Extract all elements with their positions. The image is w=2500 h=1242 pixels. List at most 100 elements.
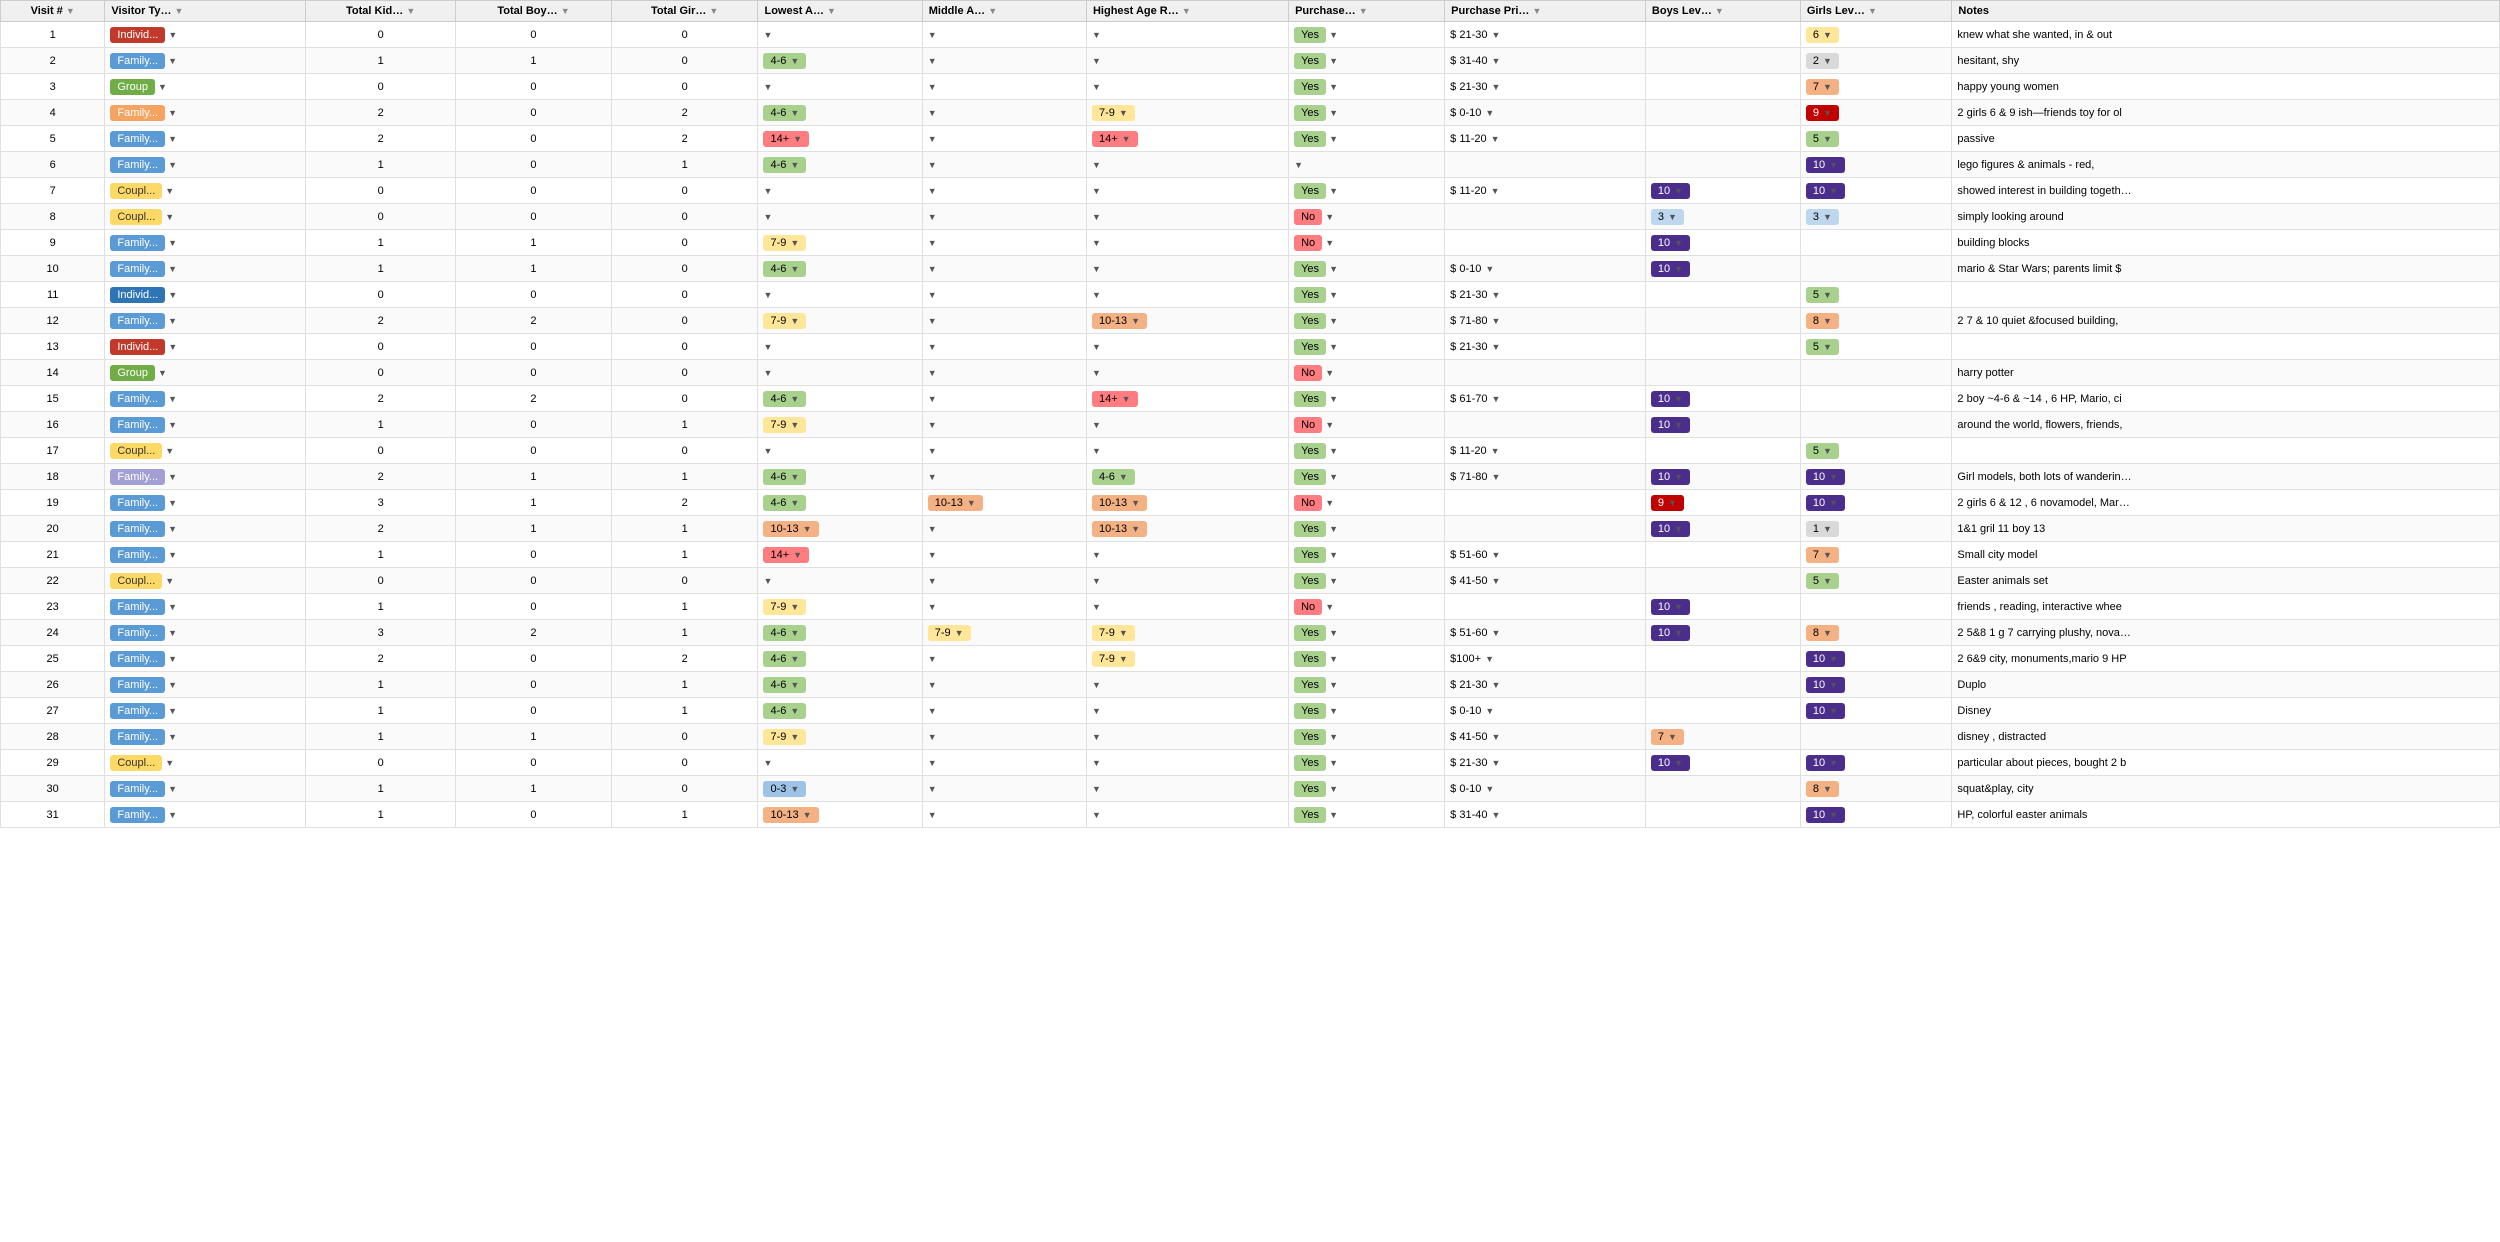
visitor-type[interactable]: Family... ▼ [105,542,306,568]
purchased[interactable]: Yes ▼ [1289,100,1445,126]
girls-level[interactable]: 10 ▼ [1800,152,1952,178]
middle-age[interactable]: ▼ [922,22,1086,48]
purchase-price[interactable]: $ 31-40 ▼ [1445,802,1646,828]
middle-age[interactable]: ▼ [922,256,1086,282]
boys-level[interactable] [1645,646,1800,672]
col-header-purchased[interactable]: Purchase… ▼ [1289,1,1445,22]
middle-age[interactable]: ▼ [922,334,1086,360]
girls-level[interactable]: 7 ▼ [1800,74,1952,100]
highest-age[interactable]: ▼ [1086,672,1288,698]
highest-age[interactable]: ▼ [1086,594,1288,620]
girls-level[interactable] [1800,386,1952,412]
purchase-price[interactable]: $ 21-30 ▼ [1445,74,1646,100]
lowest-age[interactable]: 4-6 ▼ [758,646,922,672]
visitor-type[interactable]: Coupl... ▼ [105,438,306,464]
visitor-type[interactable]: Family... ▼ [105,490,306,516]
visitor-type[interactable]: Family... ▼ [105,464,306,490]
middle-age[interactable]: ▼ [922,204,1086,230]
col-header-girls-level[interactable]: Girls Lev… ▼ [1800,1,1952,22]
purchased[interactable]: Yes ▼ [1289,334,1445,360]
girls-level[interactable]: 8 ▼ [1800,620,1952,646]
boys-level[interactable] [1645,22,1800,48]
lowest-age[interactable]: 7-9 ▼ [758,724,922,750]
lowest-age[interactable]: 0-3 ▼ [758,776,922,802]
girls-level[interactable]: 7 ▼ [1800,542,1952,568]
col-header-price[interactable]: Purchase Pri… ▼ [1445,1,1646,22]
lowest-age[interactable]: 7-9 ▼ [758,412,922,438]
col-header-visit[interactable]: Visit # ▼ [1,1,105,22]
lowest-age[interactable]: 14+ ▼ [758,542,922,568]
highest-age[interactable]: ▼ [1086,230,1288,256]
highest-age[interactable]: ▼ [1086,282,1288,308]
highest-age[interactable]: ▼ [1086,776,1288,802]
purchased[interactable]: Yes ▼ [1289,464,1445,490]
girls-level[interactable]: 8 ▼ [1800,776,1952,802]
highest-age[interactable]: ▼ [1086,334,1288,360]
lowest-age[interactable]: 4-6 ▼ [758,256,922,282]
highest-age[interactable]: 10-13 ▼ [1086,308,1288,334]
visitor-type[interactable]: Family... ▼ [105,698,306,724]
purchase-price[interactable]: $ 11-20 ▼ [1445,438,1646,464]
girls-level[interactable]: 6 ▼ [1800,22,1952,48]
middle-age[interactable]: ▼ [922,308,1086,334]
girls-level[interactable] [1800,412,1952,438]
purchased[interactable]: Yes ▼ [1289,620,1445,646]
visitor-type[interactable]: Group ▼ [105,74,306,100]
purchase-price[interactable] [1445,490,1646,516]
girls-level[interactable] [1800,256,1952,282]
purchased[interactable]: Yes ▼ [1289,256,1445,282]
highest-age[interactable]: ▼ [1086,750,1288,776]
visitor-type[interactable]: Family... ▼ [105,724,306,750]
middle-age[interactable]: ▼ [922,126,1086,152]
lowest-age[interactable]: ▼ [758,282,922,308]
lowest-age[interactable]: ▼ [758,438,922,464]
boys-level[interactable] [1645,438,1800,464]
girls-level[interactable]: 10 ▼ [1800,646,1952,672]
boys-level[interactable]: 9 ▼ [1645,490,1800,516]
boys-level[interactable] [1645,74,1800,100]
purchase-price[interactable] [1445,230,1646,256]
purchased[interactable]: Yes ▼ [1289,516,1445,542]
purchase-price[interactable] [1445,152,1646,178]
middle-age[interactable]: 10-13 ▼ [922,490,1086,516]
middle-age[interactable]: ▼ [922,282,1086,308]
middle-age[interactable]: ▼ [922,230,1086,256]
lowest-age[interactable]: 10-13 ▼ [758,802,922,828]
purchase-price[interactable]: $ 51-60 ▼ [1445,620,1646,646]
girls-level[interactable]: 2 ▼ [1800,48,1952,74]
col-header-type[interactable]: Visitor Ty… ▼ [105,1,306,22]
lowest-age[interactable]: ▼ [758,334,922,360]
purchase-price[interactable] [1445,412,1646,438]
purchased[interactable]: ▼ [1289,152,1445,178]
purchase-price[interactable] [1445,594,1646,620]
highest-age[interactable]: ▼ [1086,698,1288,724]
lowest-age[interactable]: 14+ ▼ [758,126,922,152]
visitor-type[interactable]: Coupl... ▼ [105,178,306,204]
boys-level[interactable] [1645,48,1800,74]
purchase-price[interactable]: $ 41-50 ▼ [1445,568,1646,594]
lowest-age[interactable]: 7-9 ▼ [758,230,922,256]
middle-age[interactable]: ▼ [922,568,1086,594]
highest-age[interactable]: 10-13 ▼ [1086,516,1288,542]
purchase-price[interactable]: $ 11-20 ▼ [1445,178,1646,204]
lowest-age[interactable]: ▼ [758,204,922,230]
boys-level[interactable]: 10 ▼ [1645,230,1800,256]
visitor-type[interactable]: Individ... ▼ [105,282,306,308]
purchase-price[interactable]: $ 0-10 ▼ [1445,698,1646,724]
visitor-type[interactable]: Group ▼ [105,360,306,386]
lowest-age[interactable]: 4-6 ▼ [758,152,922,178]
purchase-price[interactable]: $ 61-70 ▼ [1445,386,1646,412]
girls-level[interactable]: 10 ▼ [1800,464,1952,490]
visitor-type[interactable]: Coupl... ▼ [105,204,306,230]
visitor-type[interactable]: Family... ▼ [105,412,306,438]
purchased[interactable]: Yes ▼ [1289,672,1445,698]
boys-level[interactable] [1645,672,1800,698]
lowest-age[interactable]: 4-6 ▼ [758,490,922,516]
visitor-type[interactable]: Family... ▼ [105,802,306,828]
boys-level[interactable] [1645,542,1800,568]
purchased[interactable]: Yes ▼ [1289,22,1445,48]
boys-level[interactable]: 10 ▼ [1645,620,1800,646]
lowest-age[interactable]: 4-6 ▼ [758,100,922,126]
purchased[interactable]: No ▼ [1289,594,1445,620]
highest-age[interactable]: ▼ [1086,438,1288,464]
